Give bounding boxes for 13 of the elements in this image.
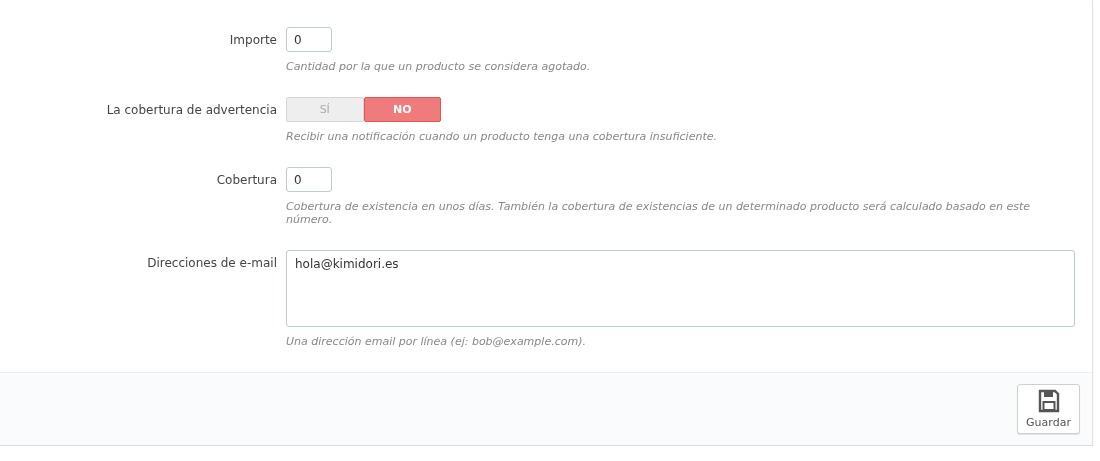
field-label: Cobertura [215,172,277,189]
field-label: La cobertura de advertencia [105,102,277,119]
help-text: Cantidad por la que un producto se considera agotado. [286,60,592,73]
help-text: Cobertura de existencia en unos días. También la cobertura de existencias de un determinado producto será calculado basado en este número. [286,200,1032,226]
save-icon [1037,389,1060,413]
email-field[interactable]: hola@kimidori.es [286,250,1075,327]
help-text: Recibir una notificación cuando un producto tenga una cobertura insuficiente. [286,130,718,143]
number-field[interactable]: 0 [286,167,332,192]
field-label: Importe [228,32,277,49]
number-field[interactable]: 0 [286,27,332,52]
help-text: Una dirección email por línea (ej: bob@example.com). [286,335,587,348]
field-label: Direcciones de e-mail [146,255,277,272]
save-button[interactable]: Guardar [1017,384,1080,434]
